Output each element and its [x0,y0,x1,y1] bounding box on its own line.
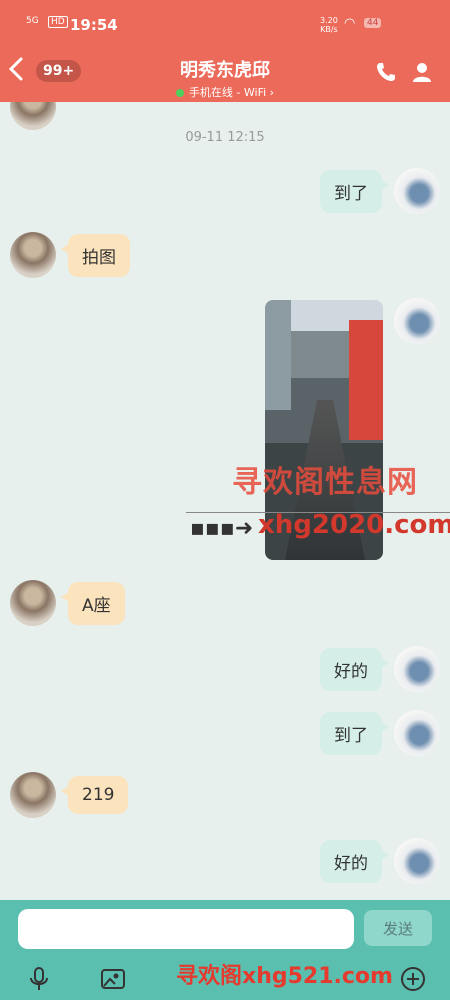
avatar[interactable] [10,232,56,278]
watermark-url: xhg2020.com [258,510,450,540]
message-bubble[interactable]: A座 [61,582,125,625]
wifi-icon: ◠ [344,16,356,31]
phone-icon [377,63,395,81]
more-button[interactable] [400,966,426,992]
avatar[interactable] [10,772,56,818]
status-time: 19:54 [70,16,118,34]
message-bubble[interactable]: 219 [60,776,129,814]
profile-button[interactable] [410,60,434,84]
status-bar: 5G HD 19:54 3.20 KB/s ◠ 44 [0,10,450,40]
avatar[interactable] [394,298,440,344]
net-speed: 3.20 KB/s [320,16,338,34]
presence-status: 手机在线 - WiFi › [120,84,330,100]
send-button[interactable]: 发送 [364,910,432,946]
message-bubble[interactable]: 到了 [320,170,389,213]
plus-circle-icon [401,967,425,991]
user-icon [413,63,431,82]
message-bubble[interactable]: 好的 [320,840,389,883]
avatar[interactable] [394,168,440,214]
phone-call-button[interactable] [374,60,398,84]
composer-bar: 发送 寻欢阁xhg521.com [0,900,450,1000]
image-icon [101,969,125,989]
avatar[interactable] [10,580,56,626]
photo-building [265,300,291,410]
message-bubble[interactable]: 好的 [320,648,389,691]
photo-shop-sign [349,320,383,440]
avatar[interactable] [394,646,440,692]
message-timestamp: 09-11 12:15 [185,130,265,145]
signal-indicator: 5G [26,16,39,26]
online-dot-icon [175,89,184,97]
back-button[interactable] [6,56,34,90]
watermark-text: 寻欢阁性息网 [232,465,418,500]
avatar[interactable] [394,838,440,884]
battery-indicator: 44 [364,18,382,28]
hd-indicator: HD [48,16,68,28]
image-picker-button[interactable] [100,966,126,992]
chat-title-area[interactable]: 明秀东虎邱 手机在线 - WiFi › [120,56,330,100]
message-bubble[interactable]: 拍图 [61,234,130,277]
chat-header: 5G HD 19:54 3.20 KB/s ◠ 44 99+ 明秀东虎邱 手机在线… [0,0,450,102]
watermark-bottom: 寻欢阁xhg521.com [176,964,393,989]
avatar[interactable] [394,710,440,756]
arrow-right-icon: ▪▪▪➜ [190,516,254,541]
message-input[interactable] [18,909,354,949]
avatar[interactable] [10,102,56,130]
message-list[interactable]: 09-11 12:15 到了 拍图 寻欢阁性息网 ▪▪▪➜ xhg2020.co… [0,102,450,900]
microphone-icon [30,967,48,990]
message-bubble[interactable]: 到了 [320,712,389,755]
page-title: 明秀东虎邱 [180,60,270,81]
chevron-left-icon [8,57,23,81]
unread-badge[interactable]: 99+ [36,60,82,82]
voice-button[interactable] [26,966,52,992]
